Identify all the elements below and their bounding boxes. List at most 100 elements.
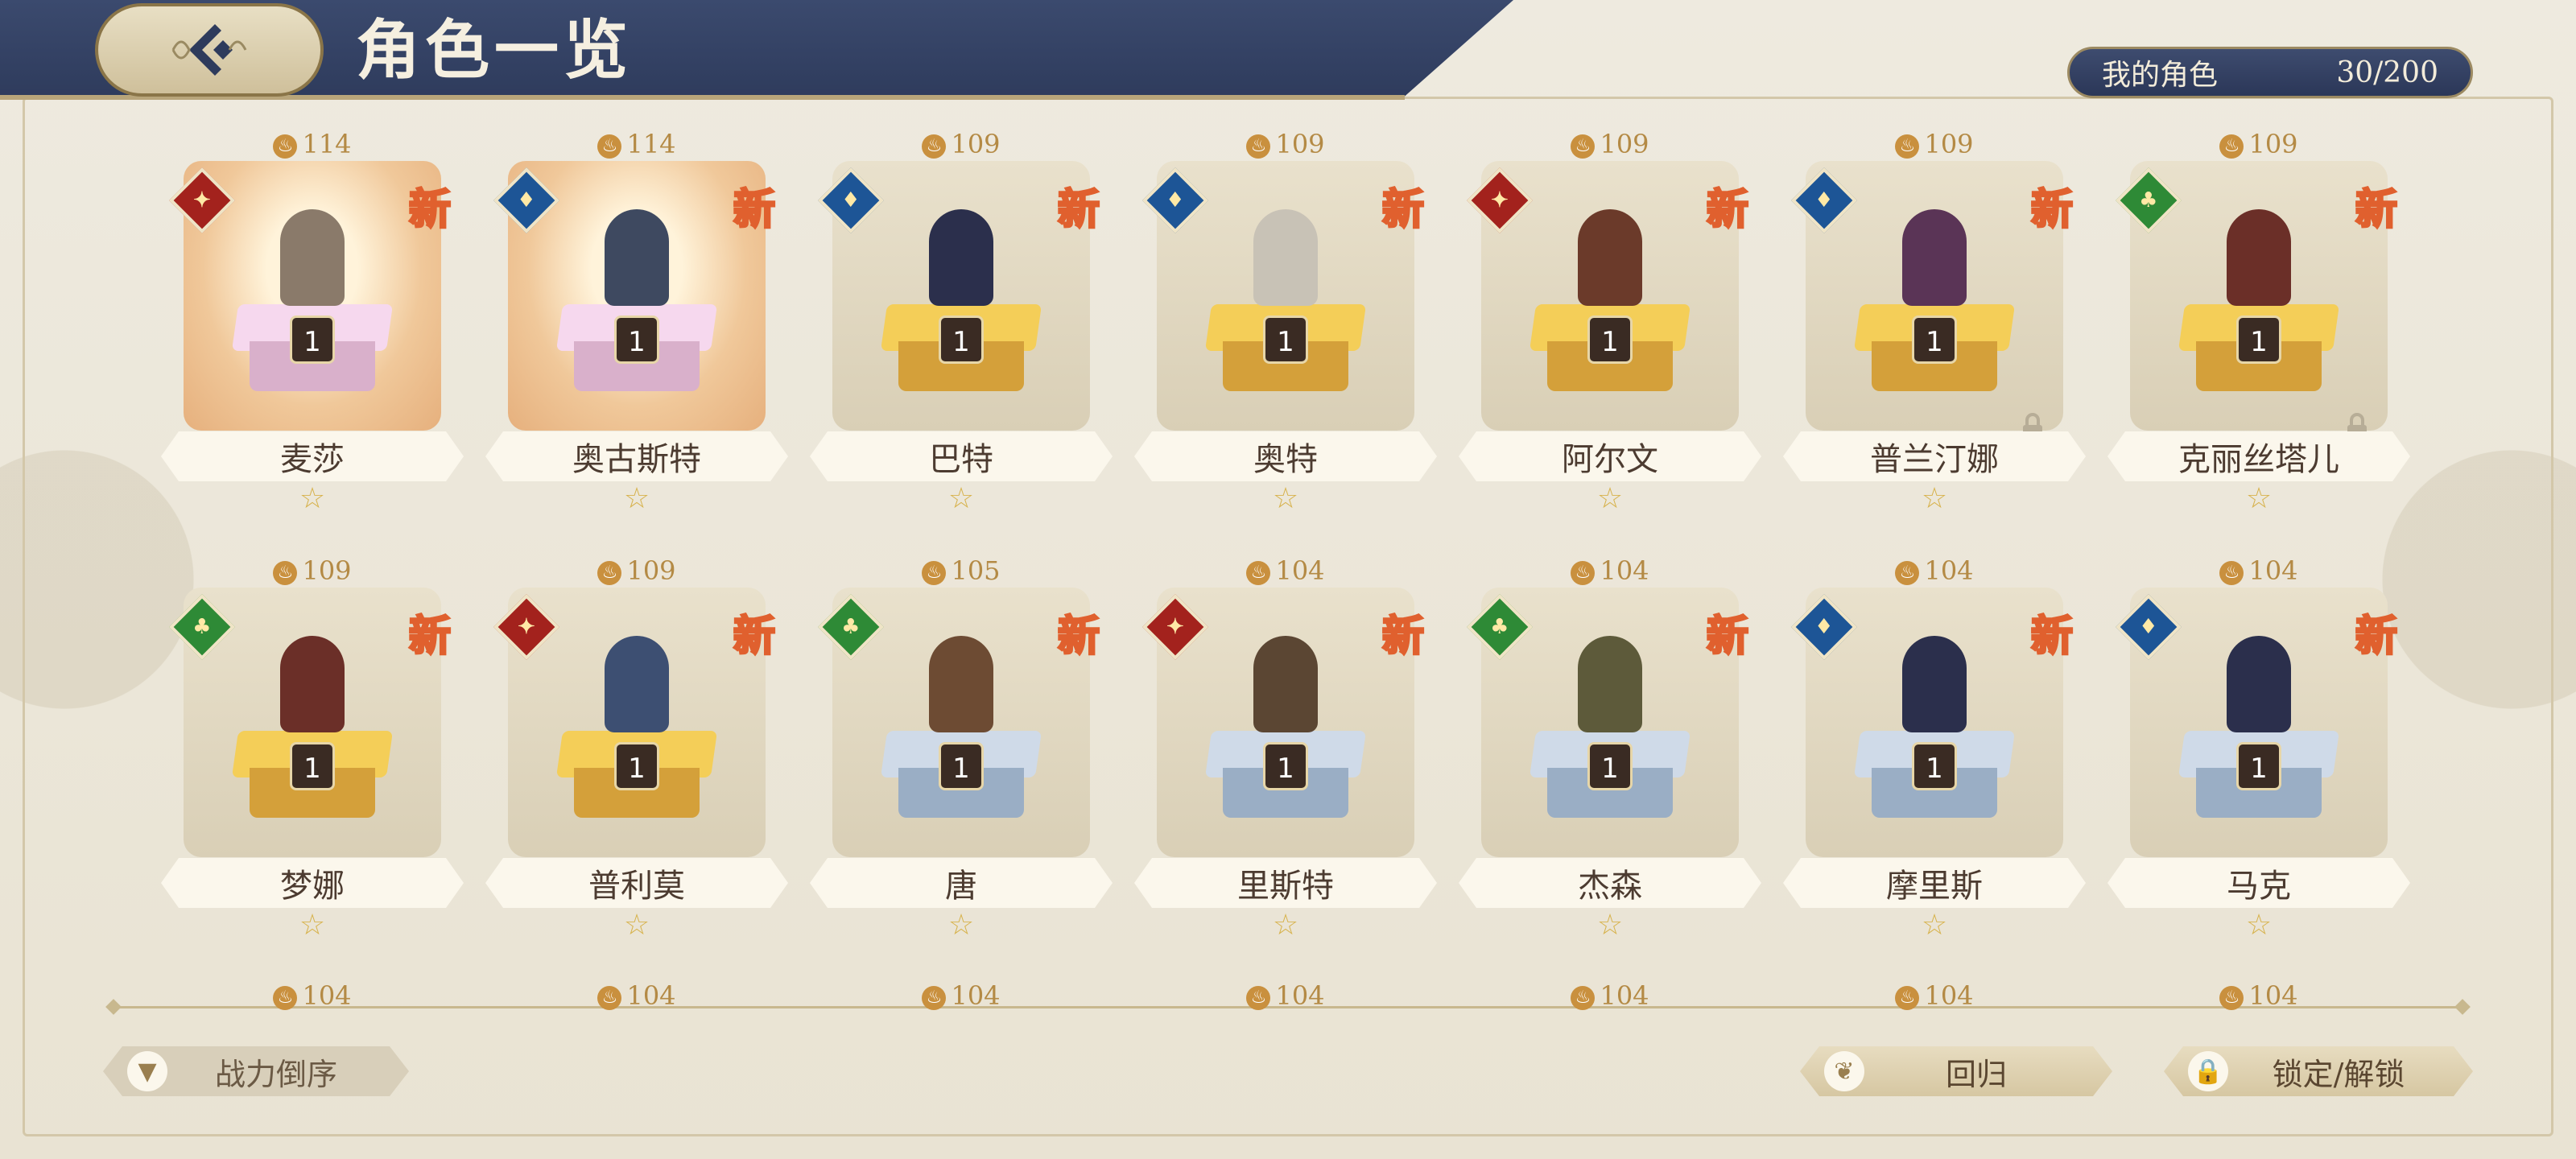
star-icon: ☆	[1272, 482, 1299, 515]
star-icon: ☆	[1596, 482, 1624, 515]
flame-icon: ♨	[273, 985, 298, 1010]
count-label: 我的角色	[2102, 59, 2219, 92]
flame-icon: ♨	[1571, 560, 1596, 585]
character-sprite	[1253, 209, 1318, 306]
star-icon: ☆	[1272, 909, 1299, 942]
character-name: 梦娜	[161, 858, 464, 908]
power-value: ♨ 114	[161, 129, 464, 159]
lock-unlock-button[interactable]: 🔒 锁定/解锁	[2164, 1046, 2473, 1096]
power-value: ♨ 109	[2107, 129, 2410, 159]
character-sprite	[280, 209, 345, 306]
level-badge: 1	[939, 742, 984, 790]
new-badge: 新	[2354, 612, 2398, 662]
character-card[interactable]: ♨ 104 ♣ 新 1 杰森 ☆	[1459, 555, 1761, 942]
power-value: ♨ 104	[2107, 555, 2410, 586]
character-card[interactable]: ♨ 109 ✦ 新 1 普利莫 ☆	[485, 555, 788, 942]
power-value: ♨ 109	[1134, 129, 1437, 159]
flame-icon: ♨	[1246, 560, 1271, 585]
character-sprite	[280, 636, 345, 732]
character-card[interactable]: ♨ 109 ✦ 新 1 阿尔文 ☆	[1459, 129, 1761, 515]
flame-icon: ♨	[597, 134, 622, 159]
return-button-label: 回归	[1945, 1056, 2007, 1092]
return-button[interactable]: ❦ 回归	[1800, 1046, 2112, 1096]
level-badge: 1	[290, 316, 335, 364]
character-name: 奥特	[1134, 431, 1437, 481]
character-card[interactable]: ♨ 104 ♦ 新 1 摩里斯 ☆	[1783, 555, 2086, 942]
flame-icon: ♨	[922, 985, 947, 1010]
star-icon: ☆	[2245, 909, 2273, 942]
flame-icon: ♨	[922, 134, 947, 159]
new-badge: 新	[1705, 612, 1749, 662]
sort-button-label: 战力倒序	[214, 1056, 337, 1092]
level-badge: 1	[1587, 742, 1633, 790]
flame-icon: ♨	[1895, 134, 1920, 159]
flame-icon: ♨	[1571, 985, 1596, 1010]
character-card[interactable]: ♨ 109 ♦ 新 1 普兰汀娜 ☆	[1783, 129, 2086, 515]
power-value: ♨ 104	[1783, 555, 2086, 586]
new-badge: 新	[1381, 185, 1425, 236]
flame-icon: ♨	[1246, 134, 1271, 159]
character-card[interactable]: ♨ 109 ♣ 新 1 克丽丝塔儿 ☆	[2107, 129, 2410, 515]
level-badge: 1	[1263, 742, 1308, 790]
power-value: ♨ 104	[1459, 980, 1761, 1011]
level-badge: 1	[1263, 316, 1308, 364]
flame-icon: ♨	[273, 134, 298, 159]
power-value: ♨ 114	[485, 129, 788, 159]
power-value: ♨ 104	[485, 980, 788, 1011]
sort-button[interactable]: ▼ 战力倒序	[103, 1046, 409, 1096]
level-badge: 1	[614, 316, 659, 364]
flame-icon: ♨	[1571, 134, 1596, 159]
new-badge: 新	[732, 185, 776, 236]
character-sprite	[1253, 636, 1318, 732]
character-name: 奥古斯特	[485, 431, 788, 481]
new-badge: 新	[1381, 612, 1425, 662]
flame-icon: ♨	[2219, 134, 2244, 159]
character-name: 唐	[810, 858, 1113, 908]
flame-icon: ♨	[2219, 560, 2244, 585]
character-card[interactable]: ♨ 114 ♦ 新 1 奥古斯特 ☆	[485, 129, 788, 515]
star-icon: ☆	[1596, 909, 1624, 942]
power-value: ♨ 104	[1134, 980, 1437, 1011]
lock-icon: 🔒	[2188, 1051, 2228, 1091]
leaf-icon: ❦	[1824, 1051, 1864, 1091]
level-badge: 1	[2236, 742, 2281, 790]
character-card[interactable]: ♨ 114 ✦ 新 1 麦莎 ☆	[161, 129, 464, 515]
character-card[interactable]: ♨ 109 ♣ 新 1 梦娜 ☆	[161, 555, 464, 942]
level-badge: 1	[614, 742, 659, 790]
character-name: 普兰汀娜	[1783, 431, 2086, 481]
character-count: 我的角色 30/200	[2067, 47, 2473, 98]
character-card[interactable]: ♨ 104 ♦ 新 1 马克 ☆	[2107, 555, 2410, 942]
level-badge: 1	[290, 742, 335, 790]
power-value: ♨ 109	[485, 555, 788, 586]
character-sprite	[1578, 209, 1642, 306]
page-title: 角色一览	[356, 12, 633, 88]
power-value: ♨ 105	[810, 555, 1113, 586]
flame-icon: ♨	[1895, 985, 1920, 1010]
character-card[interactable]: ♨ 105 ♣ 新 1 唐 ☆	[810, 555, 1113, 942]
character-sprite	[1902, 636, 1967, 732]
flame-icon: ♨	[1895, 560, 1920, 585]
character-sprite	[929, 636, 993, 732]
character-card[interactable]: ♨ 109 ♦ 新 1 奥特 ☆	[1134, 129, 1437, 515]
flame-icon: ♨	[922, 560, 947, 585]
new-badge: 新	[732, 612, 776, 662]
new-badge: 新	[2029, 185, 2074, 236]
back-button[interactable]	[95, 3, 324, 97]
character-name: 麦莎	[161, 431, 464, 481]
power-value: ♨ 104	[161, 980, 464, 1011]
character-sprite	[2227, 636, 2291, 732]
character-card[interactable]: ♨ 104 ✦ 新 1 里斯特 ☆	[1134, 555, 1437, 942]
power-value: ♨ 104	[1134, 555, 1437, 586]
back-arrow-icon	[171, 24, 247, 76]
star-icon: ☆	[623, 909, 650, 942]
character-name: 马克	[2107, 858, 2410, 908]
character-name: 摩里斯	[1783, 858, 2086, 908]
power-value: ♨ 104	[2107, 980, 2410, 1011]
character-sprite	[929, 209, 993, 306]
new-badge: 新	[1705, 185, 1749, 236]
star-icon: ☆	[623, 482, 650, 515]
new-badge: 新	[1056, 612, 1100, 662]
character-card[interactable]: ♨ 109 ♦ 新 1 巴特 ☆	[810, 129, 1113, 515]
star-icon: ☆	[1921, 909, 1948, 942]
level-badge: 1	[1912, 316, 1957, 364]
